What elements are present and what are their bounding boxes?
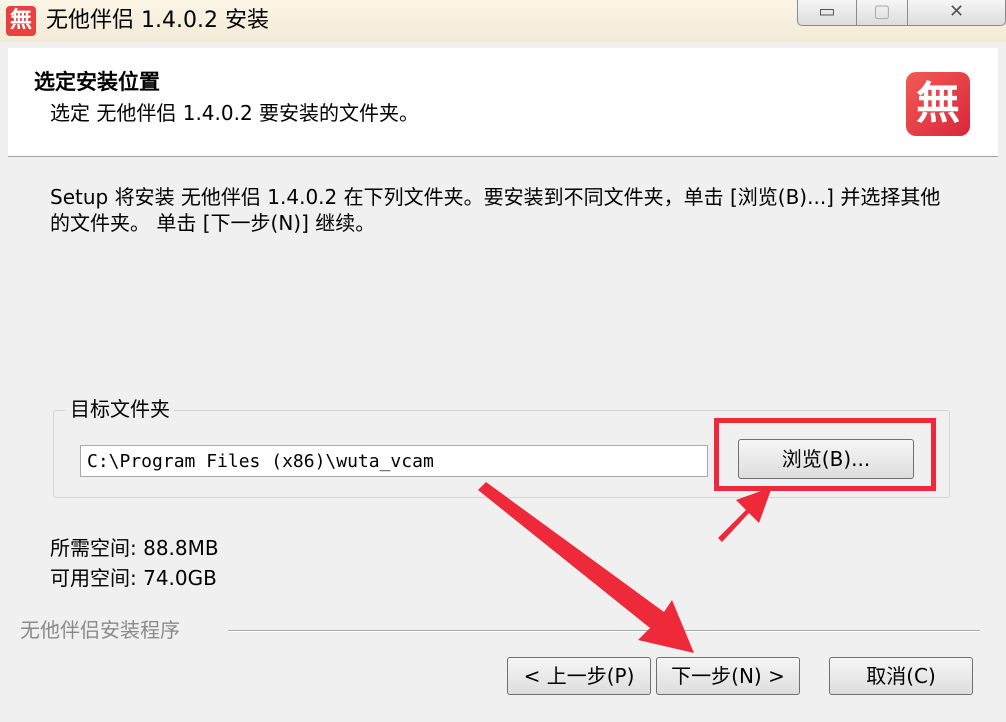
- arrow-to-next-icon: [478, 482, 694, 653]
- next-button[interactable]: 下一步(N) >: [656, 657, 800, 695]
- minimize-button[interactable]: ▭: [797, 0, 857, 26]
- destination-folder-label: 目标文件夹: [66, 395, 174, 423]
- title-bar: 無 无他伴侣 1.4.0.2 安装 ▭ ▢ ✕: [0, 0, 1006, 42]
- space-available-text: 可用空间: 74.0GB: [50, 566, 217, 590]
- installer-brand-label: 无他伴侣安装程序: [20, 614, 188, 643]
- maximize-button[interactable]: ▢: [856, 0, 908, 26]
- cancel-button[interactable]: 取消(C): [829, 657, 973, 695]
- app-icon: 無: [6, 6, 36, 36]
- instruction-text: Setup 将安装 无他伴侣 1.4.0.2 在下列文件夹。要安装到不同文件夹，…: [50, 185, 941, 235]
- destination-path-input[interactable]: [80, 445, 708, 477]
- app-logo-icon: 無: [906, 72, 970, 136]
- window-title: 无他伴侣 1.4.0.2 安装: [46, 8, 269, 33]
- close-button[interactable]: ✕: [907, 0, 1006, 26]
- header-panel: 选定安装位置 选定 无他伴侣 1.4.0.2 要安装的文件夹。 無: [8, 48, 998, 157]
- annotation-highlight-box: [714, 418, 936, 491]
- page-title: 选定安装位置: [34, 70, 160, 94]
- page-subtitle: 选定 无他伴侣 1.4.0.2 要安装的文件夹。: [50, 101, 420, 125]
- footer-separator: [228, 630, 980, 632]
- space-required-text: 所需空间: 88.8MB: [50, 536, 219, 560]
- back-button[interactable]: < 上一步(P): [507, 657, 651, 695]
